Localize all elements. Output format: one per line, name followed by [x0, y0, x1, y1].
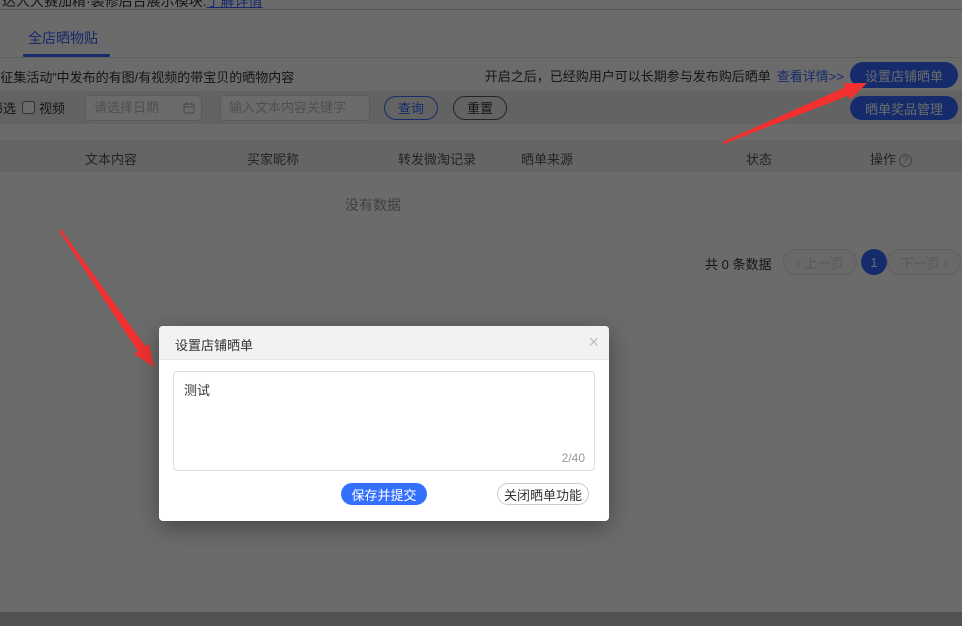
disable-feature-button[interactable]: 关闭晒单功能 — [497, 483, 589, 505]
modal-body: 测试 2/40 — [159, 360, 609, 471]
textarea-wrap: 测试 2/40 — [173, 371, 595, 471]
close-icon[interactable]: × — [588, 331, 599, 353]
setup-shop-review-modal: 设置店铺晒单 × 测试 2/40 保存并提交 关闭晒单功能 — [159, 326, 609, 521]
review-content-textarea[interactable]: 测试 — [173, 371, 595, 471]
modal-overlay[interactable] — [0, 0, 962, 626]
page: 达人大赛加精·装修后台展示模块.了解详情 全店晒物贴 “征集活动”中发布的有图/… — [0, 0, 962, 626]
modal-header: 设置店铺晒单 × — [159, 326, 609, 360]
save-submit-button[interactable]: 保存并提交 — [341, 483, 427, 505]
modal-title: 设置店铺晒单 — [175, 335, 253, 354]
